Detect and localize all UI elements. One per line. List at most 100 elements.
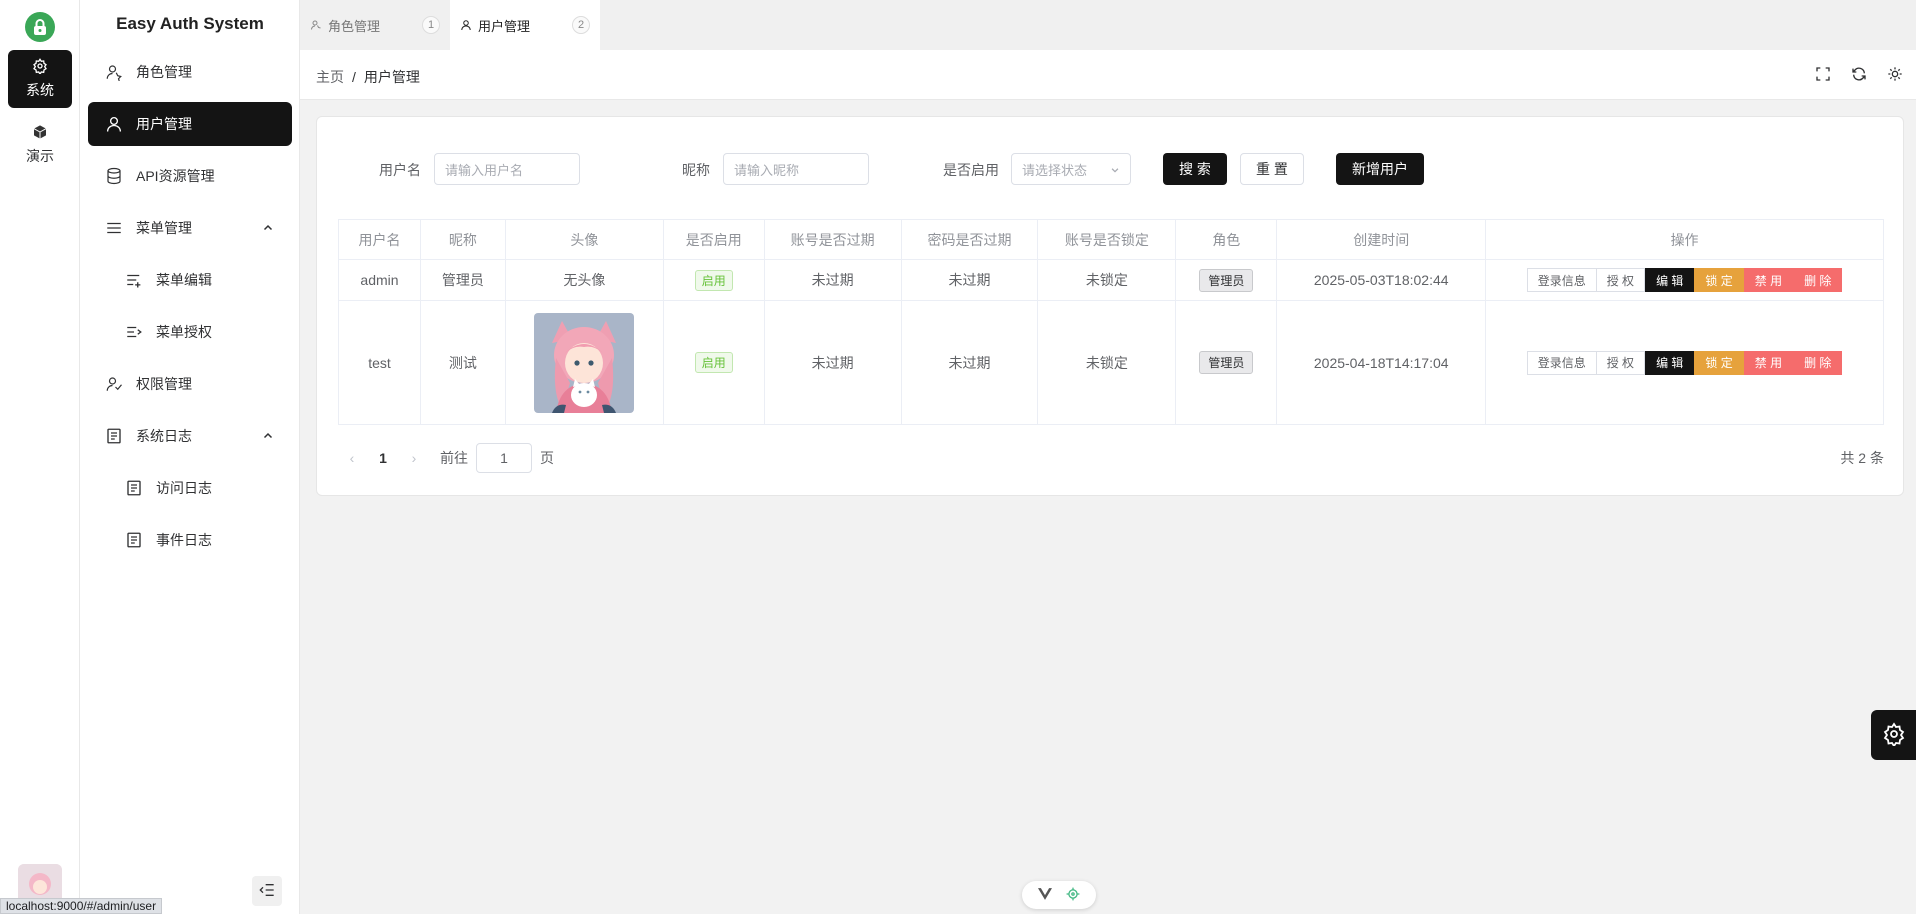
cell-username: test <box>338 300 421 425</box>
cell-nickname: 管理员 <box>419 259 506 301</box>
users-table: 用户名 昵称 头像 是否启用 账号是否过期 密码是否过期 账号是否锁定 角色 创… <box>338 219 1884 425</box>
breadcrumb: 主页 / 用户管理 <box>316 67 420 87</box>
breadcrumb-current: 用户管理 <box>363 69 420 85</box>
disable-button[interactable]: 禁 用 <box>1743 268 1794 292</box>
table-header-row: 用户名 昵称 头像 是否启用 账号是否过期 密码是否过期 账号是否锁定 角色 创… <box>338 219 1884 260</box>
authorize-button[interactable]: 授 权 <box>1596 350 1646 375</box>
sidebar-item-event-log[interactable]: 事件日志 <box>88 518 292 562</box>
cell-avatar: 无头像 <box>504 259 664 301</box>
enabled-tag: 启用 <box>694 352 733 373</box>
goto-page-input[interactable]: 1 <box>476 443 532 473</box>
chevron-down-icon <box>1110 163 1120 178</box>
search-button[interactable]: 搜 索 <box>1163 153 1227 185</box>
delete-button[interactable]: 删 除 <box>1793 350 1843 375</box>
rail-item-system[interactable]: 系统 <box>8 50 72 108</box>
sidebar: Easy Auth System 角色管理 用户管理 API资源管理 菜单管理 … <box>80 0 300 914</box>
tab-user-management[interactable]: 用户管理 2 <box>450 0 600 50</box>
total-count: 共 2 条 <box>1840 450 1884 466</box>
cell-actions: 登录信息 授 权 编 辑 锁 定 禁 用 删 除 <box>1485 300 1884 425</box>
cell-role: 管理员 <box>1175 300 1278 425</box>
tab-role-management[interactable]: 角色管理 1 <box>300 0 450 50</box>
devtools-toggle[interactable] <box>1022 881 1096 909</box>
lock-button[interactable]: 锁 定 <box>1694 350 1744 375</box>
cell-account-expired: 未过期 <box>763 300 902 425</box>
gear-icon <box>1882 721 1906 749</box>
vue-logo-icon <box>1038 887 1052 903</box>
lock-button[interactable]: 锁 定 <box>1694 268 1744 292</box>
reset-button[interactable]: 重 置 <box>1240 153 1304 185</box>
login-info-button[interactable]: 登录信息 <box>1526 268 1597 292</box>
disable-button[interactable]: 禁 用 <box>1743 350 1794 375</box>
prev-page-button[interactable]: ‹ <box>338 450 366 466</box>
target-icon <box>1066 887 1080 904</box>
sidebar-item-system-log[interactable]: 系统日志 <box>88 414 292 458</box>
sidebar-item-access-log[interactable]: 访问日志 <box>88 466 292 510</box>
database-icon <box>104 166 124 186</box>
sidebar-item-label: 用户管理 <box>136 116 192 132</box>
edit-button[interactable]: 编 辑 <box>1645 350 1695 375</box>
sidebar-item-permission-management[interactable]: 权限管理 <box>88 362 292 406</box>
sidebar-item-role-management[interactable]: 角色管理 <box>88 50 292 94</box>
theme-sun-icon[interactable] <box>1886 65 1904 83</box>
column-header: 昵称 <box>419 219 506 260</box>
cell-created-time: 2025-05-03T18:02:44 <box>1276 259 1487 301</box>
avatar-image[interactable] <box>534 312 635 413</box>
sidebar-item-menu-authorization[interactable]: 菜单授权 <box>88 310 292 354</box>
sidebar-item-user-management[interactable]: 用户管理 <box>88 102 292 146</box>
sidebar-item-label: 菜单管理 <box>136 220 192 236</box>
browser-status-url: localhost:9000/#/admin/user <box>0 898 163 914</box>
tab-index-badge: 1 <box>422 16 440 34</box>
document-icon <box>124 530 144 550</box>
goto-label: 前往 <box>440 450 468 466</box>
user-list-card: 用户名 请输入用户名 昵称 请输入昵称 是否启用 请选择状态 搜 索 重 置 新… <box>316 116 1904 496</box>
nickname-search-input[interactable]: 请输入昵称 <box>723 153 869 185</box>
icon-rail: 系统 演示 <box>0 0 80 914</box>
sidebar-item-menu-management[interactable]: 菜单管理 <box>88 206 292 250</box>
enabled-label: 是否启用 <box>943 162 999 178</box>
permission-icon <box>104 374 124 394</box>
menu-edit-icon <box>124 270 144 290</box>
rail-item-label: 系统 <box>26 82 54 98</box>
sidebar-item-menu-edit[interactable]: 菜单编辑 <box>88 258 292 302</box>
next-page-button[interactable]: › <box>400 450 428 466</box>
collapse-sidebar-button[interactable] <box>252 876 282 906</box>
username-search-input[interactable]: 请输入用户名 <box>434 153 580 185</box>
menu-icon <box>104 218 124 238</box>
cell-actions: 登录信息 授 权 编 辑 锁 定 禁 用 删 除 <box>1485 259 1884 301</box>
tab-label: 用户管理 <box>478 18 531 34</box>
settings-float-button[interactable] <box>1871 710 1916 760</box>
cell-enabled: 启用 <box>662 259 765 301</box>
authorize-button[interactable]: 授 权 <box>1596 268 1646 292</box>
sidebar-item-label: 访问日志 <box>156 480 212 496</box>
fullscreen-icon[interactable] <box>1814 65 1832 83</box>
sidebar-item-api-resources[interactable]: API资源管理 <box>88 154 292 198</box>
edit-button[interactable]: 编 辑 <box>1645 268 1695 292</box>
breadcrumb-separator: / <box>352 69 356 85</box>
app-title: Easy Auth System <box>116 14 264 33</box>
sidebar-item-label: 菜单编辑 <box>156 272 212 288</box>
row-actions: 登录信息 授 权 编 辑 锁 定 禁 用 删 除 <box>1526 350 1843 375</box>
cell-avatar <box>504 300 664 425</box>
sidebar-item-label: 角色管理 <box>136 64 192 80</box>
column-header: 密码是否过期 <box>900 219 1039 260</box>
delete-button[interactable]: 删 除 <box>1793 268 1843 292</box>
header-actions <box>1814 65 1904 83</box>
login-info-button[interactable]: 登录信息 <box>1526 350 1597 375</box>
sidebar-item-label: 菜单授权 <box>156 324 212 340</box>
column-header: 头像 <box>504 219 664 260</box>
breadcrumb-home[interactable]: 主页 <box>316 67 344 87</box>
tab-label: 角色管理 <box>328 18 381 34</box>
sidebar-item-label: 系统日志 <box>136 428 192 444</box>
cell-password-expired: 未过期 <box>900 259 1039 301</box>
refresh-icon[interactable] <box>1850 65 1868 83</box>
rail-item-demo[interactable]: 演示 <box>8 116 72 174</box>
page-number-current[interactable]: 1 <box>366 450 400 466</box>
cell-password-expired: 未过期 <box>900 300 1039 425</box>
chevron-up-icon <box>262 221 274 237</box>
add-user-button[interactable]: 新增用户 <box>1336 153 1424 185</box>
cell-account-expired: 未过期 <box>763 259 902 301</box>
sidebar-item-label: 事件日志 <box>156 532 212 548</box>
enabled-status-select[interactable]: 请选择状态 <box>1011 153 1131 185</box>
cell-created-time: 2025-04-18T14:17:04 <box>1276 300 1487 425</box>
cube-icon <box>32 124 48 142</box>
